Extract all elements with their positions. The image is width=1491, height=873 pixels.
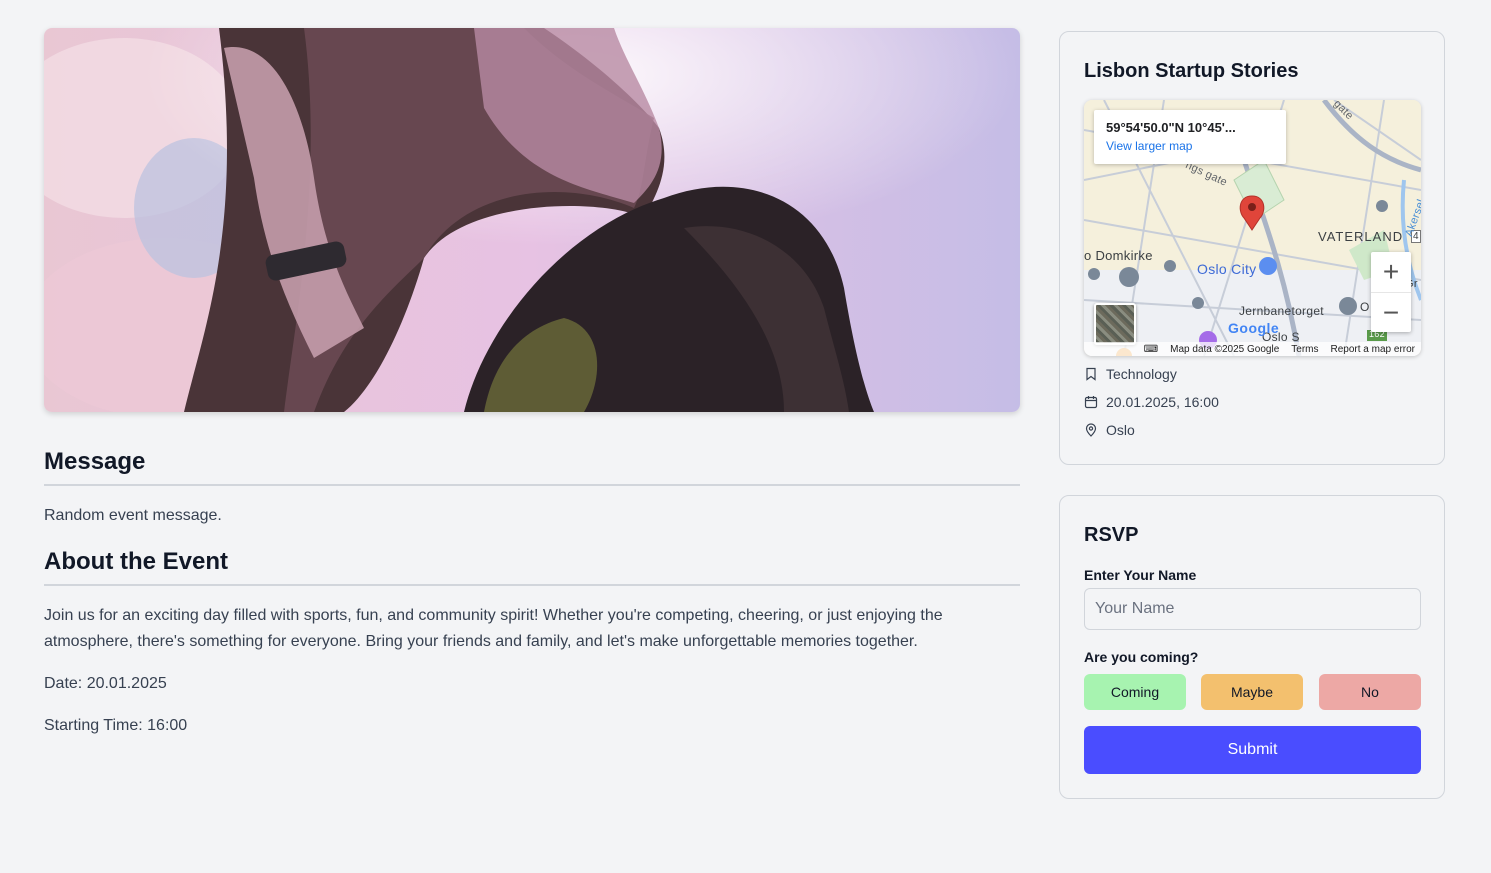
calendar-icon: [1084, 396, 1098, 409]
map-data-text: Map data ©2025 Google: [1170, 343, 1280, 355]
view-larger-map-link[interactable]: View larger map: [1106, 139, 1274, 153]
map-label-o-partial: O: [1360, 300, 1370, 314]
map-pin-icon: [1085, 423, 1097, 437]
map-label-vaterland: VATERLAND: [1318, 229, 1404, 244]
about-description: Join us for an exciting day filled with …: [44, 607, 943, 650]
about-heading: About the Event: [44, 548, 1020, 586]
map-attribution: ⌨ Map data ©2025 Google Terms Report a m…: [1084, 342, 1421, 356]
message-text: Random event message.: [44, 507, 222, 524]
map-label-domkirke: o Domkirke: [1084, 248, 1153, 263]
event-location: Oslo: [1084, 422, 1135, 438]
map-info-box: 59°54'50.0"N 10°45'... View larger map: [1094, 110, 1286, 164]
map-terms-link[interactable]: Terms: [1291, 344, 1318, 355]
map-zoom-controls: + −: [1371, 252, 1411, 332]
embedded-map[interactable]: ngs gate gate o Domkirke Oslo City VATER…: [1084, 100, 1421, 356]
submit-button[interactable]: Submit: [1084, 726, 1421, 774]
event-hero-image: [44, 28, 1020, 412]
zoom-in-button[interactable]: +: [1371, 252, 1411, 292]
event-location-text: Oslo: [1106, 422, 1135, 438]
keyboard-shortcuts-icon[interactable]: ⌨: [1144, 344, 1158, 355]
bookmark-icon: [1086, 367, 1096, 381]
event-category: Technology: [1084, 366, 1177, 382]
map-coordinates: 59°54'50.0"N 10°45'...: [1106, 120, 1236, 135]
report-map-error-link[interactable]: Report a map error: [1331, 344, 1415, 355]
message-heading: Message: [44, 448, 1020, 486]
no-button[interactable]: No: [1319, 674, 1421, 710]
name-input[interactable]: [1084, 588, 1421, 630]
rsvp-title: RSVP: [1084, 524, 1139, 546]
event-title: Lisbon Startup Stories: [1084, 60, 1299, 82]
coming-button[interactable]: Coming: [1084, 674, 1186, 710]
name-field-label: Enter Your Name: [1084, 567, 1197, 583]
event-datetime: 20.01.2025, 16:00: [1084, 394, 1219, 410]
event-category-text: Technology: [1106, 366, 1177, 382]
event-date-line: Date: 20.01.2025: [44, 675, 167, 692]
google-logo: Google: [1228, 320, 1280, 336]
map-label-jernbanetorget: Jernbanetorget: [1239, 304, 1324, 318]
maybe-button[interactable]: Maybe: [1201, 674, 1303, 710]
event-info-card: Lisbon Startup Stories ngs gate gate o D…: [1059, 31, 1445, 465]
zoom-out-button[interactable]: −: [1371, 292, 1411, 332]
rsvp-card: RSVP Enter Your Name Are you coming? Com…: [1059, 495, 1445, 799]
event-datetime-text: 20.01.2025, 16:00: [1106, 394, 1219, 410]
event-time-line: Starting Time: 16:00: [44, 717, 188, 734]
map-label-oslo-city: Oslo City: [1197, 261, 1257, 277]
attendance-label: Are you coming?: [1084, 649, 1199, 665]
satellite-toggle-button[interactable]: [1094, 303, 1136, 345]
